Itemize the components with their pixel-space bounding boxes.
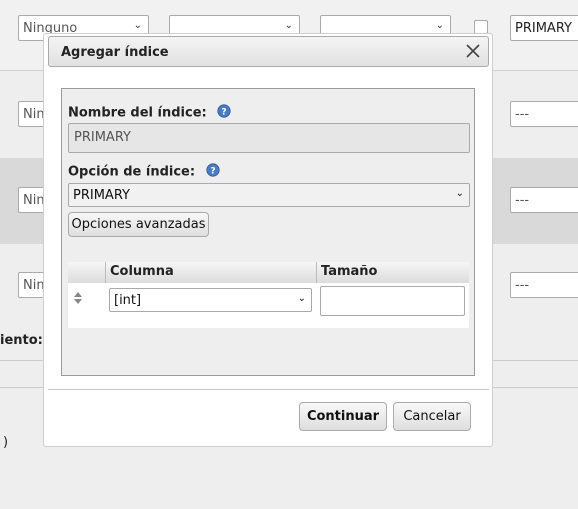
index-columns-table: Columna Tamaño [int] ⌄ [68, 262, 469, 328]
svg-text:?: ? [210, 167, 215, 177]
header-divider [316, 262, 317, 283]
column-select[interactable]: [int] ⌄ [109, 288, 312, 312]
footer-divider [48, 389, 489, 390]
table-header-column: Columna [106, 262, 316, 283]
bg-input-right-1[interactable]: PRIMARY [510, 15, 578, 41]
size-input[interactable] [320, 286, 465, 316]
index-name-input[interactable]: PRIMARY [68, 123, 470, 153]
cancel-button[interactable]: Cancelar [393, 402, 471, 431]
index-name-label: Nombre del índice: ? [68, 104, 231, 122]
add-index-dialog: Agregar índice Nombre del índice: ? PRIM… [43, 33, 493, 447]
dialog-titlebar[interactable]: Agregar índice [48, 36, 489, 67]
bg-label-partial: iento: [0, 333, 43, 348]
bg-input-right-2[interactable]: --- [510, 101, 578, 127]
help-circle-icon[interactable]: ? [217, 104, 231, 122]
chevron-down-icon: ⌄ [297, 293, 306, 304]
index-option-label: Opción de índice: ? [68, 163, 220, 181]
bg-input-right-4[interactable]: --- [510, 272, 578, 298]
svg-text:?: ? [222, 108, 227, 118]
help-circle-icon[interactable]: ? [206, 163, 220, 181]
advanced-options-button[interactable]: Opciones avanzadas [68, 212, 209, 237]
sort-arrows-icon[interactable] [72, 291, 84, 309]
table-header-sort [68, 262, 105, 283]
bg-checkbox[interactable] [474, 20, 488, 34]
bg-paren: ) [3, 435, 9, 450]
continue-button[interactable]: Continuar [299, 402, 387, 431]
index-option-select[interactable]: PRIMARY ⌄ [68, 183, 470, 207]
header-divider [105, 262, 106, 283]
chevron-down-icon: ⌄ [455, 188, 464, 199]
table-header-size: Tamaño [317, 262, 469, 283]
bg-input-right-3[interactable]: --- [510, 187, 578, 213]
dialog-title: Agregar índice [61, 45, 169, 60]
close-icon[interactable] [464, 42, 482, 60]
index-settings-panel: Nombre del índice: ? PRIMARY Opción de í… [61, 88, 475, 376]
